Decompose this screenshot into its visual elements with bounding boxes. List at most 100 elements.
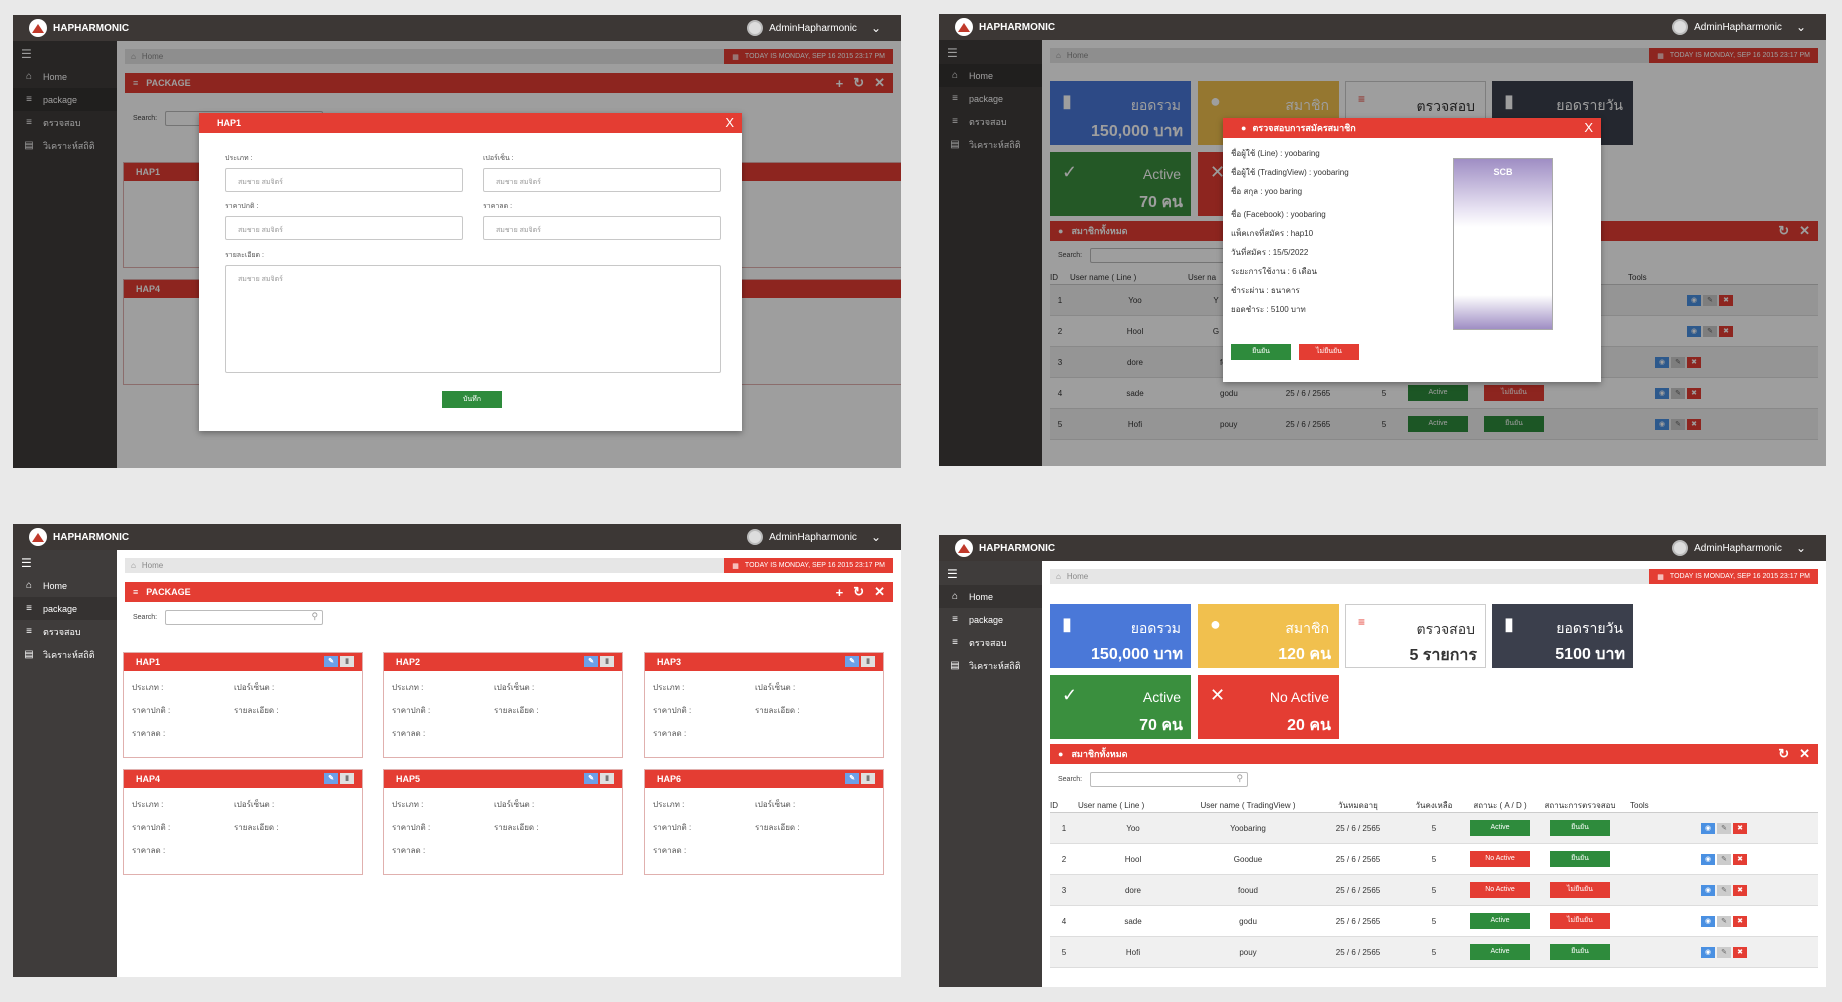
save-button[interactable]: บันทึก [442, 391, 502, 408]
search-icon[interactable]: ⚲ [312, 611, 319, 622]
view-icon[interactable]: ◉ [1701, 822, 1715, 834]
price-field[interactable]: สมชาย สมจิตร์ [225, 216, 463, 240]
delete-button[interactable]: ▮ [600, 773, 614, 784]
check-badge[interactable]: ไม่ยืนยัน [1550, 882, 1610, 898]
close-icon[interactable]: ✕ [1799, 746, 1810, 762]
brand-logo[interactable] [29, 528, 47, 546]
view-icon[interactable]: ◉ [1701, 915, 1715, 927]
refresh-icon[interactable]: ↻ [1778, 746, 1789, 762]
edit-icon[interactable]: ✎ [1717, 884, 1731, 896]
user-menu[interactable]: AdminHapharmonic ⌄ [747, 524, 881, 550]
status-badge[interactable]: Active [1470, 820, 1530, 836]
delete-button[interactable]: ▮ [340, 656, 354, 667]
stat-check[interactable]: ≡ ตรวจสอบ 5 รายการ [1345, 604, 1486, 668]
avatar [1672, 540, 1689, 556]
table-row[interactable]: 1 Yoo Yoobaring 25 / 6 / 2565 5 Active ยืนยัน ◉… [1050, 813, 1818, 844]
delete-button[interactable]: ▮ [340, 773, 354, 784]
type-field[interactable]: สมชาย สมจิตร์ [225, 168, 463, 192]
edit-icon[interactable]: ✎ [1717, 946, 1731, 958]
delete-button[interactable]: ▮ [600, 656, 614, 667]
check-badge[interactable]: ยืนยัน [1550, 851, 1610, 867]
reject-button[interactable]: ไม่ยืนยัน [1299, 344, 1359, 360]
sidebar-item-stats[interactable]: ▤ วิเคราะห์สถิติ [13, 643, 117, 666]
edit-button[interactable]: ✎ [845, 773, 859, 784]
edit-button[interactable]: ✎ [584, 656, 598, 667]
payment-slip-image[interactable]: SCB [1453, 158, 1553, 330]
table-row[interactable]: 2 Hool Goodue 25 / 6 / 2565 5 No Active ยืนยัน… [1050, 844, 1818, 875]
avatar [1672, 19, 1689, 35]
top-bar: HAPHARMONIC AdminHapharmonic ⌄ [13, 15, 901, 41]
calendar-icon: ▦ [732, 562, 739, 570]
table-row[interactable]: 3dorefooud25 / 6 / 25655No Activeไม่ยืนย… [1050, 875, 1818, 906]
hamburger-icon[interactable]: ☰ [21, 556, 117, 574]
brand-logo[interactable] [955, 539, 973, 557]
status-badge[interactable]: Active [1470, 944, 1530, 960]
view-icon[interactable]: ◉ [1701, 884, 1715, 896]
add-icon[interactable]: + [836, 585, 844, 600]
search-bar: Search: ⚲ [1058, 772, 1249, 787]
check-badge[interactable]: ยืนยัน [1550, 820, 1610, 836]
sidebar-item-check[interactable]: ≡ ตรวจสอบ [939, 631, 1042, 654]
edit-icon[interactable]: ✎ [1717, 822, 1731, 834]
screen-dashboard-modal: HAPHARMONIC AdminHapharmonic ⌄ ☰ ⌂ Home ≡ p… [939, 14, 1826, 466]
approve-button[interactable]: ยืนยัน [1231, 344, 1291, 360]
search-input[interactable]: ⚲ [1090, 772, 1249, 787]
chevron-down-icon[interactable]: ⌄ [1796, 20, 1806, 34]
detail-field[interactable]: สมชาย สมจิตร์ [225, 265, 721, 373]
sidebar-item-home[interactable]: ⌂ Home [939, 585, 1042, 608]
close-icon[interactable]: ✕ [874, 584, 885, 600]
stat-inactive[interactable]: ✕ No Active 20 คน [1198, 675, 1339, 739]
user-menu[interactable]: AdminHapharmonic ⌄ [1672, 14, 1806, 40]
package-card: HAP3 ✎ ▮ ประเภท : เปอร์เซ็นต : ราคาปกติ : ราย… [644, 652, 884, 758]
money-icon: ▮ [1062, 614, 1072, 634]
user-menu[interactable]: AdminHapharmonic ⌄ [1672, 535, 1806, 561]
trash-icon[interactable]: ✖ [1733, 853, 1747, 865]
check-badge[interactable]: ยืนยัน [1550, 944, 1610, 960]
sidebar: ☰ ⌂ Home ≡ package ≡ ตรวจสอบ ▤ วิเคราะห์สถิต… [13, 550, 117, 977]
trash-icon[interactable]: ✖ [1733, 884, 1747, 896]
table-row[interactable]: 5 Hofi pouy 25 / 6 / 2565 5 Active ยืนยัน ◉ ✎ ✖ [1050, 937, 1818, 968]
stat-members[interactable]: ● สมาชิก 120 คน [1198, 604, 1339, 668]
close-icon[interactable]: X [1584, 120, 1593, 135]
sidebar-item-home[interactable]: ⌂ Home [13, 574, 117, 597]
trash-icon[interactable]: ✖ [1733, 915, 1747, 927]
edit-button[interactable]: ✎ [845, 656, 859, 667]
edit-button[interactable]: ✎ [324, 656, 338, 667]
status-badge[interactable]: Active [1470, 913, 1530, 929]
status-badge[interactable]: No Active [1470, 882, 1530, 898]
edit-icon[interactable]: ✎ [1717, 853, 1731, 865]
stat-daily[interactable]: ▮ ยอดรายวัน 5100 บาท [1492, 604, 1633, 668]
search-icon[interactable]: ⚲ [1237, 773, 1244, 784]
chevron-down-icon[interactable]: ⌄ [1796, 541, 1806, 555]
trash-icon[interactable]: ✖ [1733, 946, 1747, 958]
search-input[interactable]: ⚲ [165, 610, 324, 625]
sidebar-item-stats[interactable]: ▤ วิเคราะห์สถิติ [939, 654, 1042, 677]
sidebar-item-package[interactable]: ≡ package [939, 608, 1042, 631]
view-icon[interactable]: ◉ [1701, 853, 1715, 865]
stat-total[interactable]: ▮ ยอดรวม 150,000 บาท [1050, 604, 1191, 668]
stat-active[interactable]: ✓ Active 70 คน [1050, 675, 1191, 739]
hamburger-icon[interactable]: ☰ [947, 567, 1042, 585]
sidebar-item-check[interactable]: ≡ ตรวจสอบ [13, 620, 117, 643]
brand-logo[interactable] [955, 18, 973, 36]
edit-button[interactable]: ✎ [324, 773, 338, 784]
delete-button[interactable]: ▮ [861, 773, 875, 784]
view-icon[interactable]: ◉ [1701, 946, 1715, 958]
percent-field[interactable]: สมชาย สมจิตร์ [483, 168, 721, 192]
sale-field[interactable]: สมชาย สมจิตร์ [483, 216, 721, 240]
sidebar-item-package[interactable]: ≡ package [13, 597, 117, 620]
table-row[interactable]: 4 sade godu 25 / 6 / 2565 5 Active ไม่ยืนยัน ◉ ✎… [1050, 906, 1818, 937]
trash-icon[interactable]: ✖ [1733, 822, 1747, 834]
close-icon[interactable]: X [725, 115, 734, 130]
delete-button[interactable]: ▮ [861, 656, 875, 667]
edit-button[interactable]: ✎ [584, 773, 598, 784]
status-badge[interactable]: No Active [1470, 851, 1530, 867]
brand-logo[interactable] [29, 19, 47, 37]
refresh-icon[interactable]: ↻ [853, 584, 864, 600]
chevron-down-icon[interactable]: ⌄ [871, 21, 881, 35]
user-menu[interactable]: AdminHapharmonic ⌄ [747, 15, 881, 41]
edit-icon[interactable]: ✎ [1717, 915, 1731, 927]
package-card: HAP5 ✎ ▮ ประเภท : เปอร์เซ็นต : ราคาปกติ : ราย… [383, 769, 623, 875]
chevron-down-icon[interactable]: ⌄ [871, 530, 881, 544]
check-badge[interactable]: ไม่ยืนยัน [1550, 913, 1610, 929]
